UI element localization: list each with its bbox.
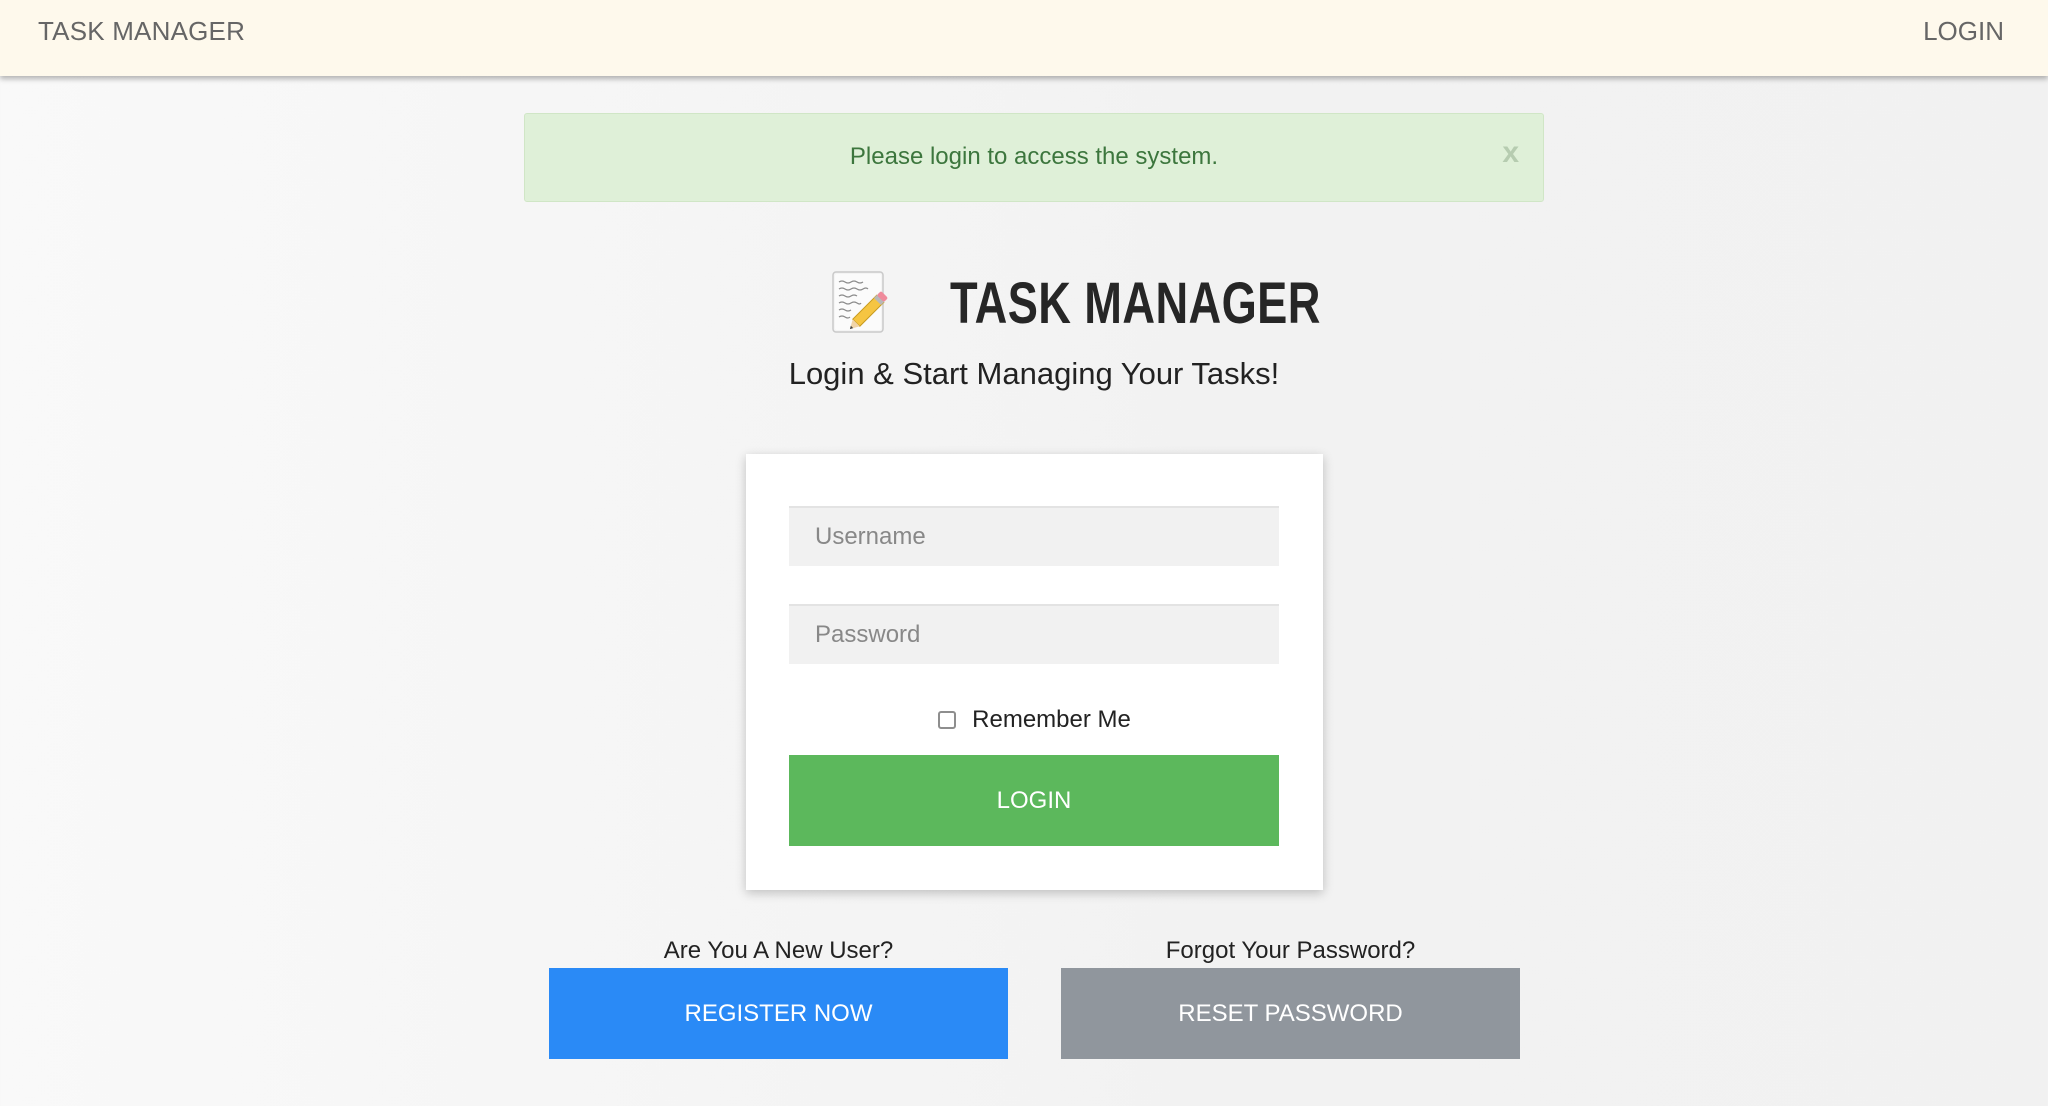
remember-me-label[interactable]: Remember Me [972, 706, 1131, 734]
navbar-login-link[interactable]: LOGIN [1923, 16, 2004, 47]
login-button[interactable]: LOGIN [789, 755, 1279, 846]
app-title: TASK MANAGER [950, 271, 1321, 336]
reset-password-button[interactable]: RESET PASSWORD [1061, 968, 1520, 1059]
remember-me-checkbox[interactable] [938, 711, 957, 729]
alert-message: Please login to access the system. [849, 143, 1219, 170]
app-subtitle: Login & Start Managing Your Tasks! [788, 356, 1280, 391]
login-card: Remember Me LOGIN [746, 454, 1323, 890]
register-now-button[interactable]: REGISTER NOW [549, 968, 1008, 1059]
username-input[interactable] [789, 506, 1279, 566]
top-navbar: TASK MANAGER LOGIN [0, 0, 2048, 76]
navbar-brand-link[interactable]: TASK MANAGER [38, 16, 245, 47]
password-input[interactable] [789, 604, 1279, 664]
forgot-password-prompt: Forgot Your Password? [1165, 937, 1416, 964]
new-user-prompt: Are You A New User? [663, 937, 894, 964]
remember-me-row: Remember Me [746, 706, 1323, 734]
alert-close-button[interactable]: x [1502, 138, 1519, 168]
info-alert: Please login to access the system. x [524, 113, 1544, 202]
memo-pencil-icon [832, 271, 888, 333]
